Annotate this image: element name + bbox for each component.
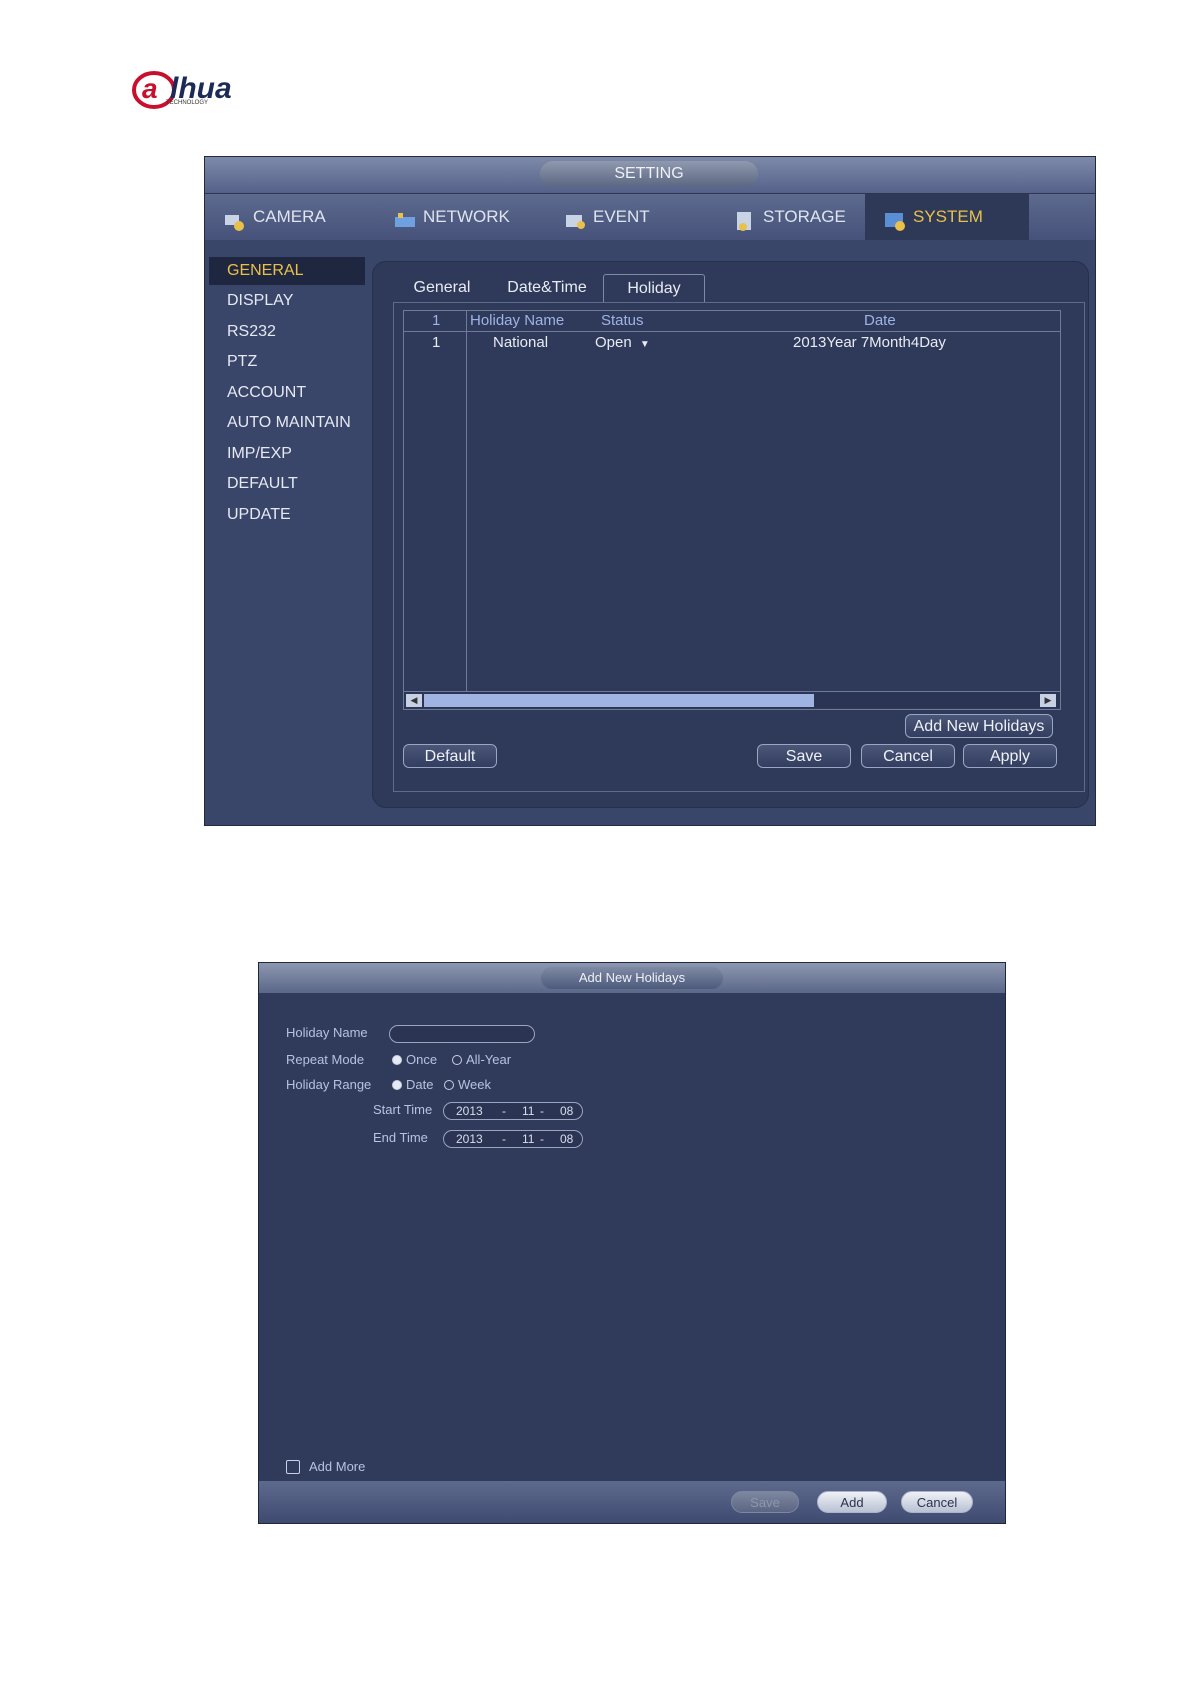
storage-icon: [733, 205, 757, 231]
end-month[interactable]: 11: [522, 1131, 534, 1147]
setting-window: SETTING CAMERA NETWORK EVENT STORAGE SYS…: [204, 156, 1096, 826]
add-more-label: Add More: [309, 1459, 366, 1474]
end-time-input[interactable]: 2013 - 11 - 08: [443, 1130, 583, 1148]
window-title: SETTING: [540, 161, 758, 187]
sidebar-item-auto-maintain[interactable]: AUTO MAINTAIN: [209, 409, 365, 437]
sidebar: GENERAL DISPLAY RS232 PTZ ACCOUNT AUTO M…: [209, 257, 365, 817]
dialog-add-button[interactable]: Add: [817, 1491, 887, 1513]
tab-event[interactable]: EVENT: [545, 194, 705, 240]
holiday-range-label: Holiday Range: [286, 1077, 372, 1092]
chevron-down-icon: ▼: [639, 339, 650, 350]
once-label: Once: [406, 1052, 438, 1067]
sidebar-item-general[interactable]: GENERAL: [209, 257, 365, 285]
dahua-logo: a lhua TECHNOLOGY: [132, 64, 262, 110]
row-holiday-name: National: [493, 334, 549, 351]
holiday-name-input[interactable]: [389, 1025, 535, 1043]
column-divider: [466, 311, 467, 691]
sidebar-item-display[interactable]: DISPLAY: [209, 287, 365, 315]
save-button[interactable]: Save: [757, 744, 851, 768]
header-index: 1: [432, 312, 441, 329]
add-more-checkbox[interactable]: [286, 1460, 300, 1474]
tab-date-time[interactable]: Date&Time: [493, 274, 601, 302]
add-new-holidays-button[interactable]: Add New Holidays: [905, 714, 1053, 738]
row-index: 1: [432, 334, 441, 351]
once-radio[interactable]: [392, 1055, 402, 1065]
start-month[interactable]: 11: [522, 1103, 534, 1119]
tab-event-label: EVENT: [593, 207, 650, 226]
tab-system-label: SYSTEM: [913, 207, 983, 226]
sidebar-item-rs232[interactable]: RS232: [209, 318, 365, 346]
date-radio[interactable]: [392, 1080, 402, 1090]
status-dropdown[interactable]: Open ▼: [595, 333, 650, 353]
tab-storage[interactable]: STORAGE: [715, 194, 875, 240]
tab-network[interactable]: NETWORK: [375, 194, 535, 240]
header-date[interactable]: Date: [864, 311, 896, 331]
start-time-label: Start Time: [373, 1102, 433, 1117]
holiday-table: 1 Holiday Name Status Date 1 National Op…: [403, 310, 1061, 710]
row-status: Open: [595, 334, 632, 351]
main-tabs: CAMERA NETWORK EVENT STORAGE SYSTEM: [205, 194, 1095, 240]
event-icon: [563, 205, 587, 229]
tab-camera-label: CAMERA: [253, 207, 326, 226]
week-label: Week: [458, 1077, 491, 1092]
start-sep2: -: [540, 1104, 544, 1118]
sidebar-item-imp-exp[interactable]: IMP/EXP: [209, 440, 365, 468]
system-icon: [883, 205, 907, 231]
scroll-left-icon[interactable]: ◀: [406, 694, 422, 707]
cancel-button[interactable]: Cancel: [861, 744, 955, 768]
holiday-name-label: Holiday Name: [286, 1025, 368, 1040]
tab-camera[interactable]: CAMERA: [205, 194, 365, 240]
header-status[interactable]: Status: [601, 311, 644, 331]
logo-subtext: TECHNOLOGY: [166, 100, 209, 106]
tab-holiday[interactable]: Holiday: [603, 274, 705, 303]
dialog-save-button[interactable]: Save: [731, 1491, 799, 1513]
dialog-cancel-button[interactable]: Cancel: [901, 1491, 973, 1513]
row-date: 2013Year 7Month4Day: [793, 334, 946, 351]
content-area: General Date&Time Holiday 1 Holiday Name…: [372, 261, 1089, 808]
tab-general[interactable]: General: [393, 274, 491, 302]
all-year-radio[interactable]: [452, 1055, 462, 1065]
dialog-footer: Save Add Cancel: [259, 1481, 1005, 1523]
tab-system[interactable]: SYSTEM: [865, 194, 1029, 240]
end-time-label: End Time: [373, 1130, 428, 1145]
apply-button[interactable]: Apply: [963, 744, 1057, 768]
horizontal-scrollbar[interactable]: ◀ ▶: [404, 691, 1060, 708]
sidebar-item-ptz[interactable]: PTZ: [209, 348, 365, 376]
dialog-title: Add New Holidays: [541, 967, 723, 989]
tab-network-label: NETWORK: [423, 207, 510, 226]
tab-storage-label: STORAGE: [763, 207, 846, 226]
end-day[interactable]: 08: [560, 1131, 573, 1147]
scroll-thumb[interactable]: [424, 694, 814, 707]
camera-icon: [223, 205, 247, 231]
header-holiday-name[interactable]: Holiday Name: [470, 311, 564, 331]
sidebar-item-update[interactable]: UPDATE: [209, 501, 365, 529]
default-button[interactable]: Default: [403, 744, 497, 768]
scroll-right-icon[interactable]: ▶: [1040, 694, 1056, 707]
date-label: Date: [406, 1077, 434, 1092]
end-sep2: -: [540, 1132, 544, 1146]
start-sep: -: [502, 1104, 506, 1118]
network-icon: [393, 205, 417, 229]
add-holidays-dialog: Add New Holidays Holiday Name Repeat Mod…: [258, 962, 1006, 1524]
week-radio[interactable]: [444, 1080, 454, 1090]
start-day[interactable]: 08: [560, 1103, 573, 1119]
end-year[interactable]: 2013: [456, 1131, 483, 1147]
all-year-label: All-Year: [466, 1052, 512, 1067]
sidebar-item-default[interactable]: DEFAULT: [209, 470, 365, 498]
svg-text:a: a: [142, 73, 158, 104]
repeat-mode-label: Repeat Mode: [286, 1052, 365, 1067]
header-divider: [404, 331, 1060, 332]
start-time-input[interactable]: 2013 - 11 - 08: [443, 1102, 583, 1120]
sidebar-item-account[interactable]: ACCOUNT: [209, 379, 365, 407]
start-year[interactable]: 2013: [456, 1103, 483, 1119]
end-sep: -: [502, 1132, 506, 1146]
